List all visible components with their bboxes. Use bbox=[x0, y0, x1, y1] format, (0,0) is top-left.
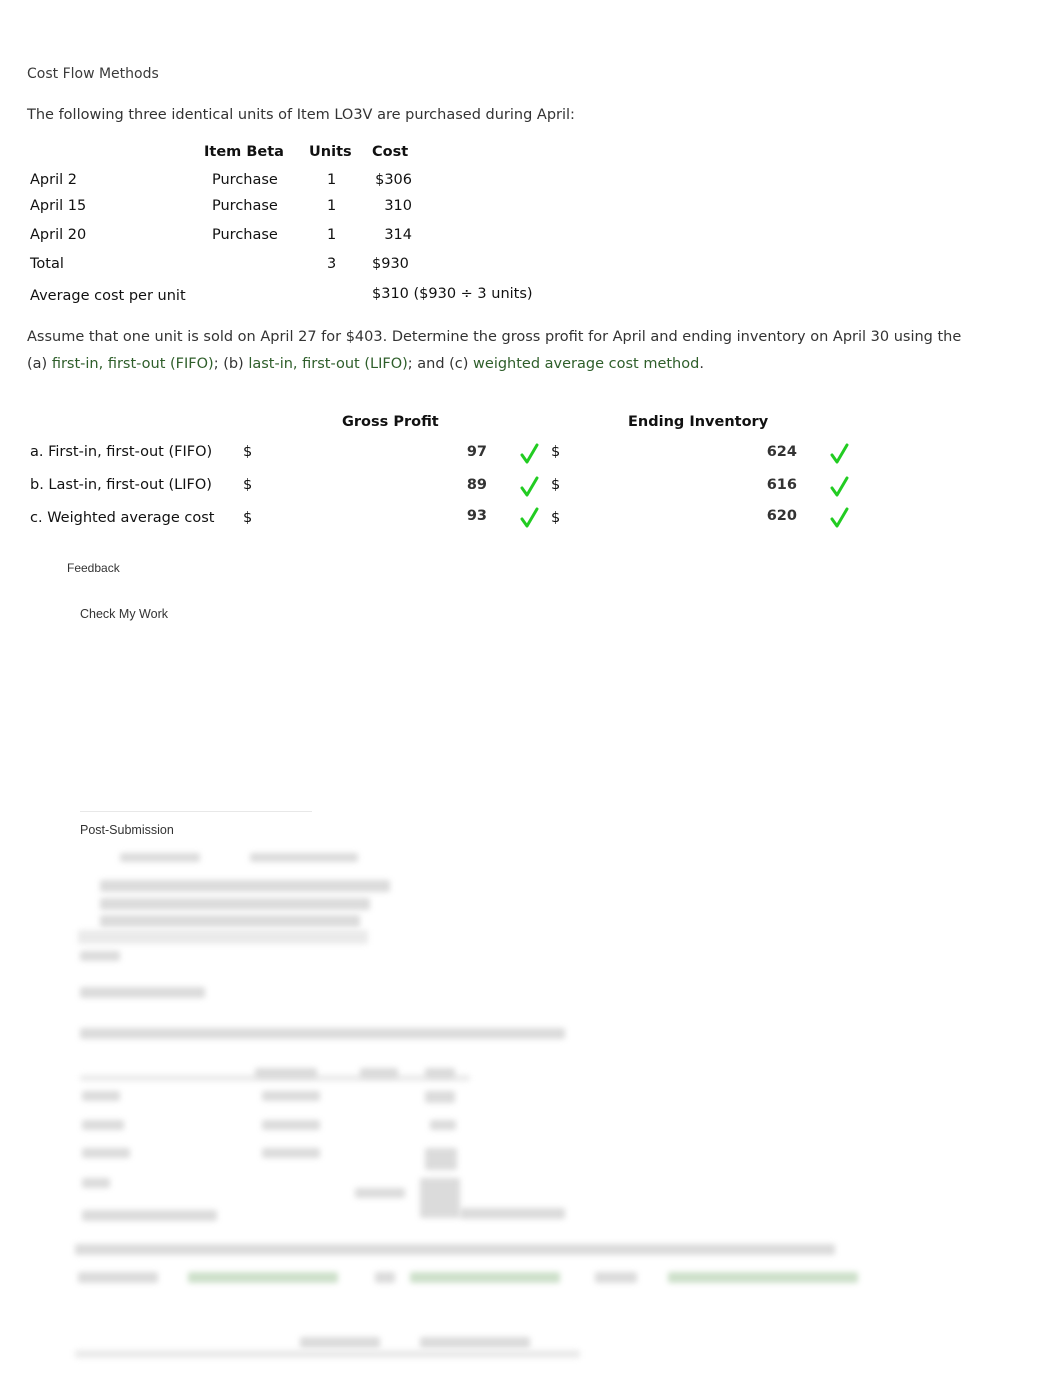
row-type: Purchase bbox=[212, 227, 278, 243]
header-item-beta: Item Beta bbox=[204, 144, 284, 160]
lifo-link[interactable]: last-in, first-out (LIFO) bbox=[248, 356, 407, 372]
average-label: Average cost per unit bbox=[30, 288, 186, 304]
total-units: 3 bbox=[327, 256, 337, 272]
row-type: Purchase bbox=[212, 172, 278, 188]
row-cost: 310 bbox=[384, 198, 412, 214]
ending-inventory-value[interactable]: 620 bbox=[737, 508, 797, 524]
currency-symbol: $ bbox=[243, 510, 253, 526]
check-icon bbox=[520, 507, 540, 529]
question-suffix: . bbox=[699, 356, 704, 372]
currency-symbol: $ bbox=[243, 444, 253, 460]
answer-row-fifo: a. First-in, first-out (FIFO) $ 97 $ 624 bbox=[30, 443, 890, 468]
check-icon bbox=[520, 476, 540, 498]
gross-profit-value[interactable]: 89 bbox=[427, 477, 487, 493]
check-my-work-button[interactable]: Check My Work bbox=[80, 607, 168, 621]
currency-symbol: $ bbox=[551, 510, 561, 526]
question-text: Assume that one unit is sold on April 27… bbox=[27, 324, 1057, 378]
total-cost: $930 bbox=[372, 256, 409, 272]
intro-text: The following three identical units of I… bbox=[27, 107, 575, 123]
answer-row-weighted-average: c. Weighted average cost $ 93 $ 620 bbox=[30, 507, 890, 534]
row-label: b. Last-in, first-out (LIFO) bbox=[30, 477, 212, 493]
header-cost: Cost bbox=[372, 144, 409, 160]
row-units: 1 bbox=[327, 227, 337, 243]
header-gross-profit: Gross Profit bbox=[342, 414, 439, 430]
check-icon bbox=[830, 476, 850, 498]
header-ending-inventory: Ending Inventory bbox=[628, 414, 769, 430]
ending-inventory-value[interactable]: 616 bbox=[737, 477, 797, 493]
gross-profit-value[interactable]: 97 bbox=[427, 444, 487, 460]
row-label: a. First-in, first-out (FIFO) bbox=[30, 444, 213, 460]
currency-symbol: $ bbox=[243, 477, 253, 493]
question-lead: Assume that one unit is sold on April 27… bbox=[27, 329, 962, 345]
check-icon bbox=[520, 443, 540, 465]
feedback-heading: Feedback bbox=[67, 561, 120, 575]
question-a-prefix: (a) bbox=[27, 356, 52, 372]
weighted-average-link[interactable]: weighted average cost method bbox=[473, 356, 699, 372]
post-submission-heading: Post-Submission bbox=[80, 823, 174, 837]
question-c-prefix: ; and (c) bbox=[407, 356, 474, 372]
ending-inventory-value[interactable]: 624 bbox=[737, 444, 797, 460]
header-units: Units bbox=[309, 144, 352, 160]
row-type: Purchase bbox=[212, 198, 278, 214]
page-title: Cost Flow Methods bbox=[27, 66, 159, 82]
row-date: April 20 bbox=[30, 227, 87, 243]
row-cost: $306 bbox=[375, 172, 412, 188]
answer-row-lifo: b. Last-in, first-out (LIFO) $ 89 $ 616 bbox=[30, 476, 890, 501]
fifo-link[interactable]: first-in, first-out (FIFO) bbox=[52, 356, 214, 372]
gross-profit-value[interactable]: 93 bbox=[427, 508, 487, 524]
question-b-prefix: ; (b) bbox=[213, 356, 249, 372]
row-units: 1 bbox=[327, 198, 337, 214]
row-label: c. Weighted average cost bbox=[30, 510, 215, 526]
row-units: 1 bbox=[327, 172, 337, 188]
row-date: April 2 bbox=[30, 172, 77, 188]
currency-symbol: $ bbox=[551, 477, 561, 493]
row-date: April 15 bbox=[30, 198, 87, 214]
check-icon bbox=[830, 507, 850, 529]
average-value: $310 ($930 ÷ 3 units) bbox=[372, 286, 533, 302]
section-divider bbox=[80, 811, 312, 812]
row-cost: 314 bbox=[384, 227, 412, 243]
total-label: Total bbox=[30, 256, 64, 272]
currency-symbol: $ bbox=[551, 444, 561, 460]
check-icon bbox=[830, 443, 850, 465]
